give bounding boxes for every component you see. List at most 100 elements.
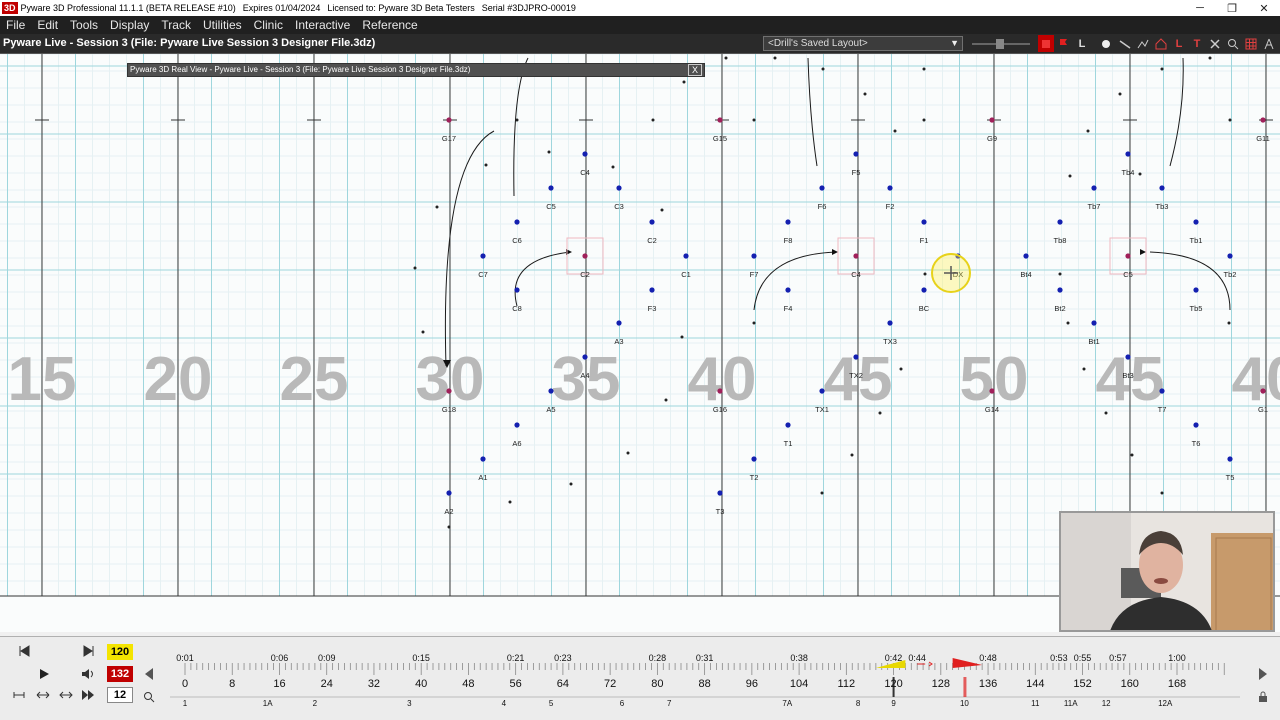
timeline-set-label[interactable]: 2 <box>313 699 317 708</box>
grid-icon[interactable] <box>1243 35 1259 52</box>
fast-forward-icon[interactable] <box>79 687 97 703</box>
flag-icon[interactable] <box>1056 35 1072 52</box>
timeline-count-label: 64 <box>556 678 570 690</box>
timeline-set-label[interactable]: 1A <box>263 699 273 708</box>
performer-label: F4 <box>784 304 793 313</box>
timeline-time-label: 0:21 <box>506 653 525 663</box>
menu-interactive[interactable]: Interactive <box>289 16 356 34</box>
performer-label: C5 <box>1123 270 1133 279</box>
close-button[interactable]: ✕ <box>1248 0 1280 16</box>
start-count-box[interactable]: 120 <box>107 644 133 660</box>
lock-icon[interactable] <box>1254 689 1272 705</box>
timeline-count-label: 96 <box>745 678 758 690</box>
performer-dot <box>989 117 995 123</box>
yard-number: 15 <box>8 345 77 414</box>
menu-reference[interactable]: Reference <box>356 16 423 34</box>
total-counts-box[interactable]: 132 <box>107 666 133 682</box>
path-tool-icon[interactable] <box>1135 35 1151 52</box>
timeline-set-label[interactable]: 10 <box>960 699 969 708</box>
tool-l-red-button[interactable]: L <box>1171 35 1187 52</box>
saved-layout-dropdown[interactable]: <Drill's Saved Layout> ▼ <box>763 36 963 51</box>
minimize-button[interactable]: ─ <box>1184 0 1216 16</box>
real-view-title: Pyware 3D Real View - Pyware Live - Sess… <box>130 65 471 74</box>
circle-icon[interactable] <box>1098 35 1114 52</box>
real-view-close-button[interactable]: X <box>688 64 702 76</box>
zoom-icon[interactable] <box>1225 35 1241 52</box>
real-view-window-bar[interactable]: Pyware 3D Real View - Pyware Live - Sess… <box>127 63 705 77</box>
tool-t-button[interactable]: T <box>1189 35 1205 52</box>
line-tool-icon[interactable] <box>1117 35 1133 52</box>
record-icon[interactable] <box>1038 35 1054 52</box>
timeline-time-label: 0:01 <box>176 653 194 663</box>
reference-dot <box>923 272 927 276</box>
timeline-set-label[interactable]: 7A <box>782 699 792 708</box>
menu-track[interactable]: Track <box>155 16 197 34</box>
timeline-track[interactable]: 0:01 0:06 0:09 0:15 0:21 0:23 0:28 0:31 0:38 0:42… <box>170 653 1240 709</box>
timeline-set-label[interactable]: 8 <box>856 699 860 708</box>
performer-label: TX1 <box>815 405 829 414</box>
timeline-set-label[interactable]: 12A <box>1158 699 1172 708</box>
timeline-set-label[interactable]: 11 <box>1031 699 1039 708</box>
yard-number: 20 <box>144 345 213 414</box>
timeline-set-label[interactable]: 9 <box>891 699 895 708</box>
performer-dot <box>1125 354 1131 360</box>
performer-label: A2 <box>444 507 453 516</box>
compass-icon[interactable] <box>1261 35 1277 52</box>
tool-l-button[interactable]: L <box>1074 35 1090 52</box>
scroll-right-icon[interactable] <box>1254 666 1272 682</box>
performer-dot <box>1125 151 1131 157</box>
performer-dot <box>717 490 723 496</box>
timeline-count-label: 56 <box>509 678 522 690</box>
maximize-button[interactable]: ❐ <box>1216 0 1248 16</box>
performer-label: Tb8 <box>1054 236 1067 245</box>
volume-icon[interactable] <box>79 666 97 682</box>
play-icon[interactable] <box>35 666 53 682</box>
expand-icon[interactable] <box>57 687 75 703</box>
timeline-time-label: 0:55 <box>1073 653 1092 663</box>
menu-file[interactable]: File <box>0 16 31 34</box>
timeline-set-label[interactable]: 7 <box>667 699 671 708</box>
performer-label: G15 <box>713 134 727 143</box>
home-icon[interactable] <box>1153 35 1169 52</box>
timeline-set-label[interactable]: 1 <box>183 699 187 708</box>
skip-forward-icon[interactable] <box>80 643 98 659</box>
performer-dot <box>446 117 452 123</box>
zoom-slider-thumb[interactable] <box>996 39 1004 49</box>
performer-dot <box>480 253 486 259</box>
timeline-set-label[interactable]: 12 <box>1102 699 1111 708</box>
timeline-set-label[interactable]: 4 <box>502 699 506 708</box>
performer-dot <box>1193 219 1199 225</box>
scroll-left-icon[interactable] <box>140 666 158 682</box>
performer-dot <box>1091 320 1097 326</box>
menu-clinic[interactable]: Clinic <box>248 16 289 34</box>
timeline-set-label[interactable]: 5 <box>549 699 553 708</box>
timeline-set-label[interactable]: 3 <box>407 699 411 708</box>
x-tool-icon[interactable] <box>1207 35 1223 52</box>
performer-label: Tb1 <box>1190 236 1203 245</box>
performer-dot <box>1159 185 1165 191</box>
performer-label: C7 <box>478 270 488 279</box>
performer-label: A3 <box>614 337 623 346</box>
reference-dot <box>773 56 777 60</box>
tempo-box[interactable]: 12 <box>107 687 133 703</box>
timeline-time-label: 0:28 <box>648 653 667 663</box>
fit-width-icon[interactable] <box>34 687 52 703</box>
menu-display[interactable]: Display <box>104 16 155 34</box>
app-logo: 3D <box>2 2 18 14</box>
search-icon[interactable] <box>140 689 158 705</box>
menu-edit[interactable]: Edit <box>31 16 64 34</box>
performer-dot <box>785 219 791 225</box>
performer-label: A1 <box>478 473 487 482</box>
skip-back-icon[interactable] <box>15 643 33 659</box>
menu-utilities[interactable]: Utilities <box>197 16 248 34</box>
loop-icon[interactable] <box>10 687 28 703</box>
session-title: Pyware Live - Session 3 (File: Pyware Li… <box>3 37 376 49</box>
timeline-set-label[interactable]: 6 <box>620 699 624 708</box>
timeline-time-label: 0:38 <box>790 653 808 663</box>
timeline-count-label: 152 <box>1073 678 1092 690</box>
timeline-count-label: 88 <box>698 678 711 690</box>
reference-dot <box>508 500 512 504</box>
menu-tools[interactable]: Tools <box>64 16 104 34</box>
timeline-set-label[interactable]: 11A <box>1064 699 1078 708</box>
performer-dot <box>1193 422 1199 428</box>
